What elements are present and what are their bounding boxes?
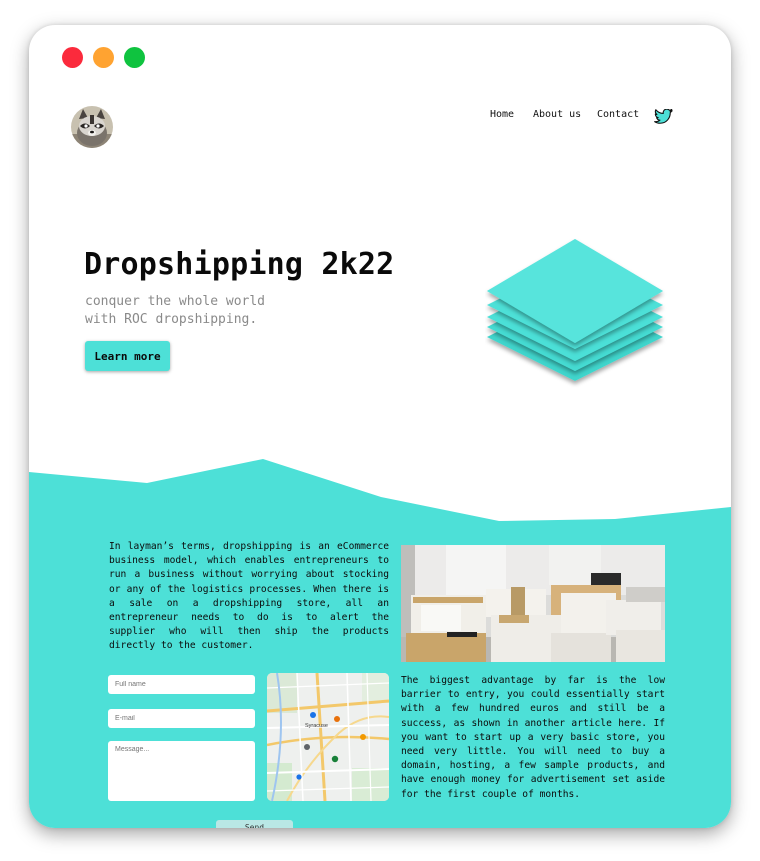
stacked-layers-illustration	[485, 233, 669, 403]
hero-subtitle-line-1: conquer the whole world	[85, 294, 266, 309]
avatar	[71, 106, 113, 148]
full-name-input[interactable]	[108, 675, 255, 694]
twitter-icon[interactable]	[654, 108, 673, 125]
nav-home-link[interactable]: Home	[490, 109, 514, 120]
hero-subtitle-line-2: with ROC dropshipping.	[85, 312, 258, 327]
hero-title: Dropshipping 2k22	[84, 247, 395, 282]
maximize-window-button[interactable]	[124, 47, 145, 68]
browser-window: Home About us Contact Dropshipping 2k22 …	[29, 25, 731, 828]
map-city-label: Syracuse	[305, 723, 328, 729]
nav-contact-link[interactable]: Contact	[597, 109, 639, 120]
hero-subtitle: conquer the whole world with ROC dropshi…	[85, 293, 265, 329]
nav-about-link[interactable]: About us	[533, 109, 581, 120]
close-window-button[interactable]	[62, 47, 83, 68]
boxes-photo	[401, 545, 665, 662]
email-input[interactable]	[108, 709, 255, 728]
send-button[interactable]: Send	[216, 820, 293, 828]
intro-paragraph: In layman’s terms, dropshipping is an eC…	[109, 541, 389, 652]
location-map[interactable]: Syracuse	[267, 673, 389, 801]
minimize-window-button[interactable]	[93, 47, 114, 68]
advantage-paragraph: The biggest advantage by far is the low …	[401, 675, 665, 800]
learn-more-button[interactable]: Learn more	[85, 341, 170, 371]
message-textarea[interactable]	[108, 741, 255, 801]
